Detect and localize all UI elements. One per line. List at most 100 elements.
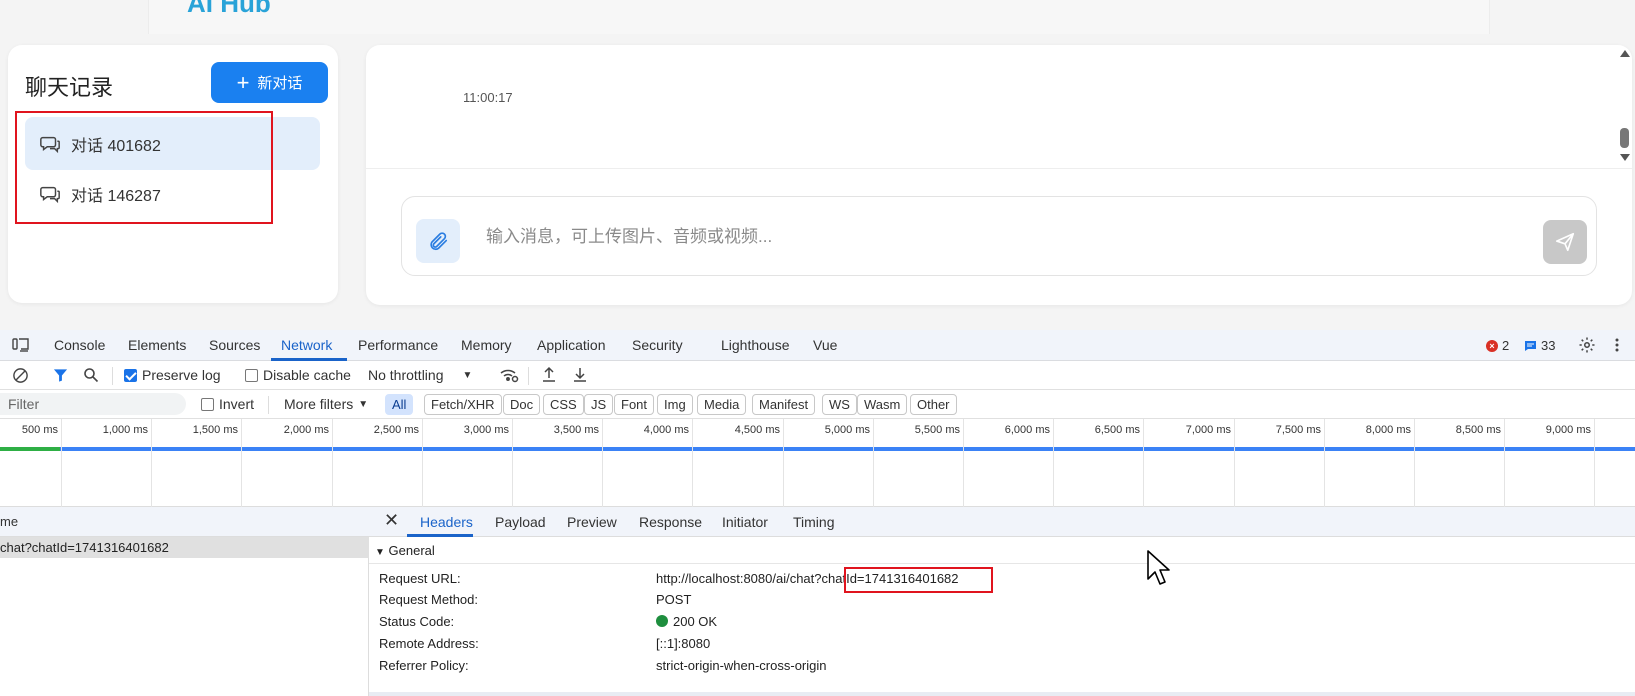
message-icon: [1525, 340, 1536, 351]
tab-elements[interactable]: Elements: [128, 337, 186, 353]
filter-chip-img[interactable]: Img: [657, 394, 693, 415]
filter-chip-wasm[interactable]: Wasm: [857, 394, 908, 415]
scroll-down-arrow-icon[interactable]: [1620, 154, 1630, 161]
search-icon[interactable]: [83, 367, 99, 383]
preserve-log-checkbox[interactable]: Preserve log: [124, 367, 221, 383]
toolbar-separator: [268, 396, 269, 414]
upload-icon[interactable]: [541, 366, 557, 383]
tab-preview[interactable]: Preview: [567, 514, 617, 530]
timeline-gridline: [61, 419, 62, 507]
checkbox-unchecked[interactable]: [245, 368, 258, 382]
url-prefix: http://localhost:8080/ai/chat?: [656, 571, 822, 586]
timeline-gridline: [1234, 419, 1235, 507]
timeline-tick-label: 2,500 ms: [373, 424, 419, 436]
error-count-badge[interactable]: × 2: [1486, 338, 1509, 353]
network-conditions-icon[interactable]: [499, 367, 519, 383]
attach-button[interactable]: [416, 219, 460, 263]
more-vertical-icon[interactable]: [1614, 337, 1620, 353]
filter-chip-ws[interactable]: WS: [822, 394, 857, 415]
tab-sources[interactable]: Sources: [209, 337, 260, 353]
disable-cache-checkbox[interactable]: Disable cache: [245, 367, 351, 383]
download-icon[interactable]: [572, 366, 588, 383]
clear-log-icon[interactable]: [12, 367, 29, 384]
send-icon: [1555, 232, 1575, 252]
timeline-tick-label: 7,500 ms: [1275, 424, 1321, 436]
scroll-thumb[interactable]: [1620, 128, 1629, 148]
filter-chip-js[interactable]: JS: [584, 394, 614, 415]
header-name: Request URL:: [379, 571, 461, 586]
header-name: Remote Address:: [379, 636, 479, 651]
timeline-gridline: [1324, 419, 1325, 507]
more-filters-dropdown[interactable]: More filters ▼: [284, 396, 368, 412]
filter-chip-other[interactable]: Other: [910, 394, 957, 415]
new-chat-button[interactable]: + 新对话: [211, 62, 328, 103]
filter-chip-css[interactable]: CSS: [543, 394, 584, 415]
chat-scrollbar[interactable]: [1618, 48, 1632, 166]
status-text: 200 OK: [673, 614, 718, 629]
tab-performance[interactable]: Performance: [358, 337, 438, 353]
invert-label: Invert: [219, 396, 255, 412]
device-toolbar-icon[interactable]: [12, 337, 30, 353]
tab-console[interactable]: Console: [54, 337, 105, 353]
timeline-gridline: [151, 419, 152, 507]
close-icon[interactable]: ✕: [384, 510, 399, 531]
chat-panel: 11:00:17: [366, 45, 1632, 305]
message-count-badge[interactable]: 33: [1524, 338, 1555, 353]
timeline-gridline: [692, 419, 693, 507]
timeline-gridline: [1504, 419, 1505, 507]
scroll-up-arrow-icon[interactable]: [1620, 50, 1630, 57]
gear-icon[interactable]: [1578, 336, 1596, 354]
tab-response[interactable]: Response: [639, 514, 702, 530]
filter-chip-font[interactable]: Font: [614, 394, 655, 415]
filter-input[interactable]: [0, 393, 186, 415]
mouse-cursor-icon: [1147, 550, 1170, 585]
message-input[interactable]: [486, 217, 1486, 257]
filter-chip-doc[interactable]: Doc: [503, 394, 541, 415]
timeline-gridline: [783, 419, 784, 507]
message-count: 33: [1541, 338, 1556, 353]
timeline-bar-blue: [60, 447, 1635, 451]
tab-lighthouse[interactable]: Lighthouse: [721, 337, 790, 353]
general-section-header[interactable]: ▼ General: [369, 537, 1635, 564]
filter-chip-media[interactable]: Media: [697, 394, 747, 415]
throttling-select[interactable]: No throttling ▼: [368, 367, 472, 383]
filter-chip-fetch-xhr[interactable]: Fetch/XHR: [424, 394, 502, 415]
filter-bar: Invert More filters ▼ All Fetch/XHR Doc …: [0, 390, 1635, 419]
tab-timing[interactable]: Timing: [793, 514, 835, 530]
tab-headers[interactable]: Headers: [420, 514, 473, 530]
message-composer: [401, 196, 1597, 276]
invert-checkbox[interactable]: Invert: [201, 396, 254, 412]
filter-chip-manifest[interactable]: Manifest: [752, 394, 816, 415]
checkbox-checked[interactable]: [124, 368, 137, 382]
filter-icon[interactable]: [53, 367, 68, 383]
timeline-gridline: [873, 419, 874, 507]
tab-vue[interactable]: Vue: [813, 337, 837, 353]
timeline-tick-label: 5,500 ms: [914, 424, 960, 436]
header-value: strict-origin-when-cross-origin: [656, 658, 827, 673]
timeline-gridline: [602, 419, 603, 507]
request-row[interactable]: chat?chatId=1741316401682: [0, 537, 369, 558]
network-timeline[interactable]: 500 ms 1,000 ms 1,500 ms 2,000 ms 2,500 ms 3,…: [0, 419, 1635, 507]
highlight-box-chatid: [844, 567, 993, 593]
preserve-log-label: Preserve log: [142, 367, 221, 383]
tab-memory[interactable]: Memory: [461, 337, 512, 353]
paperclip-icon: [430, 232, 448, 251]
toolbar-separator: [112, 367, 113, 385]
tab-payload[interactable]: Payload: [495, 514, 546, 530]
filter-chip-all[interactable]: All: [385, 394, 414, 415]
timeline-tick-label: 6,000 ms: [1004, 424, 1050, 436]
detail-tabbar: ✕ Headers Payload Preview Response Initi…: [369, 507, 1635, 537]
header-name: Status Code:: [379, 614, 455, 629]
tab-security[interactable]: Security: [632, 337, 683, 353]
send-button[interactable]: [1543, 220, 1587, 264]
devtools-panel: Console Elements Sources Network Perform…: [0, 330, 1635, 696]
checkbox-unchecked[interactable]: [201, 397, 214, 411]
name-column-header[interactable]: me: [0, 507, 369, 537]
network-toolbar: Preserve log Disable cache No throttling…: [0, 361, 1635, 390]
timeline-tick-label: 9,000 ms: [1545, 424, 1591, 436]
error-icon: ×: [1486, 339, 1498, 352]
general-section-label: General: [388, 543, 435, 558]
tab-initiator[interactable]: Initiator: [722, 514, 768, 530]
tab-application[interactable]: Application: [537, 337, 606, 353]
tab-network[interactable]: Network: [281, 337, 332, 353]
